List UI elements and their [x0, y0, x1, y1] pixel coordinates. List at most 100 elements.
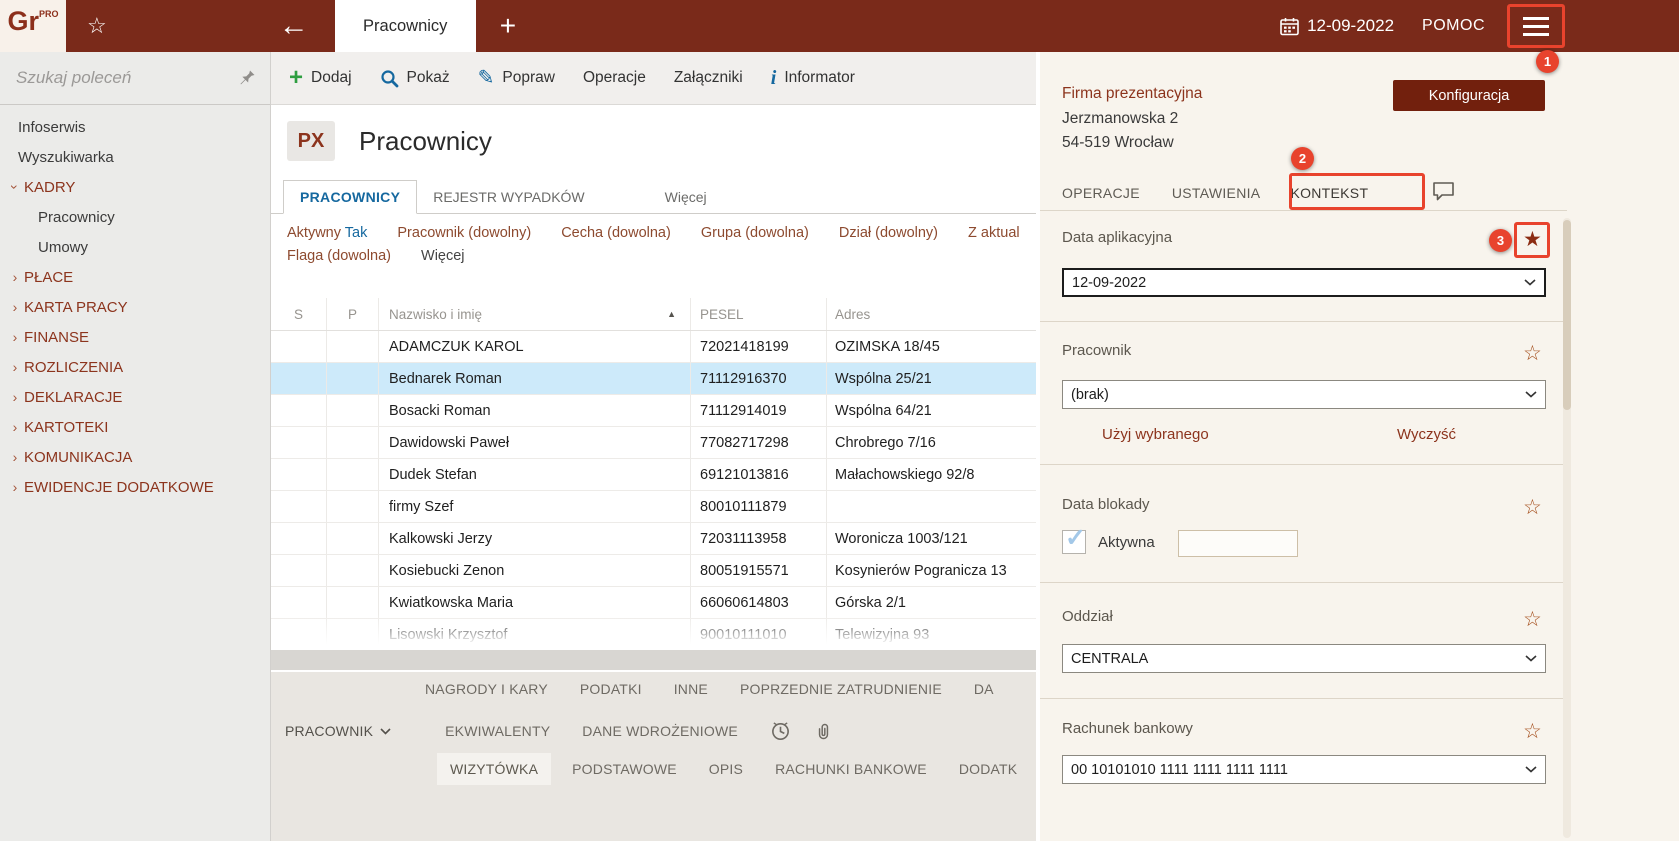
lock-date-input[interactable] [1178, 530, 1298, 557]
cell-s [271, 555, 327, 586]
favorite-star-outline-icon[interactable]: ☆ [1523, 721, 1542, 742]
chevron-down-icon [1525, 391, 1537, 398]
filter-dzial[interactable]: Dział (dowolny) [839, 225, 938, 241]
filter-z-aktualnym[interactable]: Z aktual [968, 225, 1020, 241]
add-button[interactable]: + Dodaj [289, 68, 352, 87]
sidebar-item-finanse[interactable]: ›FINANSE [0, 322, 270, 352]
sidebar-item-rozliczenia[interactable]: ›ROZLICZENIA [0, 352, 270, 382]
detail-tab-dane[interactable]: DA [974, 681, 994, 697]
detail-tab-ekwiwalenty[interactable]: EKWIWALENTY [445, 723, 550, 739]
detail-tab-opis[interactable]: OPIS [709, 761, 743, 777]
scrollbar-thumb[interactable] [1563, 220, 1571, 410]
attachment-paperclip-icon[interactable] [813, 721, 834, 742]
table-row[interactable]: Dudek Stefan 69121013816 Małachowskiego … [271, 459, 1040, 491]
tab-pracownicy[interactable]: PRACOWNICY [283, 180, 417, 214]
detail-tab-wizytowka[interactable]: WIZYTÓWKA [437, 753, 551, 785]
window-tab-pracownicy[interactable]: Pracownicy [335, 0, 476, 52]
command-search-input[interactable]: Szukaj poleceń [0, 52, 270, 105]
detail-tab-dodatkowe[interactable]: DODATK [959, 761, 1018, 777]
application-date-widget[interactable]: 12-09-2022 [1280, 16, 1394, 36]
history-clock-icon[interactable] [770, 721, 791, 742]
table-row[interactable]: Bosacki Roman 71112914019 Wspólna 64/21 [271, 395, 1040, 427]
table-row[interactable]: Dawidowski Paweł 77082717298 Chrobrego 7… [271, 427, 1040, 459]
clear-link[interactable]: Wyczyść [1397, 426, 1456, 443]
column-header-name[interactable]: Nazwisko i imię ▲ [379, 298, 691, 330]
column-header-s[interactable]: S [271, 298, 327, 330]
detail-tab-inne[interactable]: INNE [674, 681, 708, 697]
branch-label: Oddział [1062, 608, 1113, 625]
table-header: S P Nazwisko i imię ▲ PESEL Adres [271, 298, 1040, 331]
table-row[interactable]: firmy Szef 80010111879 [271, 491, 1040, 523]
help-button[interactable]: POMOC [1422, 17, 1485, 35]
use-selected-link[interactable]: Użyj wybranego [1102, 426, 1209, 443]
sidebar-item-kartoteki[interactable]: ›KARTOTEKI [0, 412, 270, 442]
operations-button[interactable]: Operacje [583, 69, 646, 87]
sidebar-item-kadry-pracownicy[interactable]: Pracownicy [0, 202, 270, 232]
filter-aktywny[interactable]: Aktywny Tak [287, 225, 367, 241]
detail-tab-rachunki-bankowe[interactable]: RACHUNKI BANKOWE [775, 761, 927, 777]
tab-more[interactable]: Więcej [649, 181, 723, 213]
back-arrow-icon[interactable]: ← [279, 11, 309, 41]
branch-select[interactable]: CENTRALA [1062, 644, 1546, 673]
pin-icon[interactable] [238, 69, 256, 87]
show-button[interactable]: Pokaż [380, 69, 450, 88]
detail-tab-dane-wdrozeniowe[interactable]: DANE WDROŻENIOWE [582, 723, 738, 739]
tab-kontekst[interactable]: KONTEKST [1290, 185, 1368, 201]
sidebar-item-deklaracje[interactable]: ›DEKLARACJE [0, 382, 270, 412]
filter-more[interactable]: Więcej [421, 248, 465, 264]
sidebar-item-kadry[interactable]: ›KADRY [0, 172, 270, 202]
sidebar-item-ewidencje-dodatkowe[interactable]: ›EWIDENCJE DODATKOWE [0, 472, 270, 502]
bank-account-select[interactable]: 00 10101010 1111 1111 1111 1111 [1062, 755, 1546, 784]
sidebar-item-place[interactable]: ›PŁACE [0, 262, 270, 292]
filter-grupa[interactable]: Grupa (dowolna) [701, 225, 809, 241]
sidebar-item-infoserwis[interactable]: Infoserwis [0, 112, 270, 142]
detail-tab-nagrody-i-kary[interactable]: NAGRODY I KARY [425, 681, 548, 697]
cell-name: Dudek Stefan [379, 459, 691, 490]
module-badge: PX [287, 121, 335, 161]
table-row[interactable]: Lisowski Krzysztof 90010111010 Telewizyj… [271, 619, 1040, 650]
attachments-button[interactable]: Załączniki [674, 69, 743, 87]
detail-tab-poprzednie-zatrudnienie[interactable]: POPRZEDNIE ZATRUDNIENIE [740, 681, 942, 697]
sidebar-item-label: ROZLICZENIA [24, 359, 123, 376]
new-tab-button[interactable]: + [500, 12, 516, 40]
horizontal-scrollbar[interactable] [271, 650, 1040, 670]
favorite-star-outline-icon[interactable]: ☆ [1523, 343, 1542, 364]
tab-rejestr-wypadkow[interactable]: REJESTR WYPADKÓW [417, 181, 600, 213]
detail-tab-podstawowe[interactable]: PODSTAWOWE [572, 761, 677, 777]
vertical-scrollbar[interactable] [1563, 218, 1571, 838]
table-row[interactable]: Kwiatkowska Maria 66060614803 Górska 2/1 [271, 587, 1040, 619]
table-row[interactable]: ADAMCZUK KAROL 72021418199 OZIMSKA 18/45 [271, 331, 1040, 363]
company-name-link[interactable]: Firma prezentacyjna [1062, 85, 1202, 103]
column-header-pesel[interactable]: PESEL [691, 298, 827, 330]
favorite-star-outline-icon[interactable]: ☆ [1523, 609, 1542, 630]
lock-active-checkbox[interactable]: ✓ [1062, 530, 1086, 554]
detail-tab-podatki[interactable]: PODATKI [580, 681, 642, 697]
favorite-star-outline-icon[interactable]: ☆ [1523, 497, 1542, 518]
tab-ustawienia[interactable]: USTAWIENIA [1172, 185, 1261, 201]
informator-button[interactable]: i Informator [771, 68, 855, 88]
table-row[interactable]: Kalkowski Jerzy 72031113958 Woronicza 10… [271, 523, 1040, 555]
sidebar-item-karta-pracy[interactable]: ›KARTA PRACY [0, 292, 270, 322]
app-window: Gr PRO ☆ ← Pracownicy + [0, 0, 1679, 841]
detail-panel-selector[interactable]: PRACOWNIK [285, 723, 391, 739]
filter-cecha[interactable]: Cecha (dowolna) [561, 225, 671, 241]
employee-select[interactable]: (brak) [1062, 380, 1546, 409]
app-logo[interactable]: Gr PRO [0, 0, 66, 52]
table-row-selected[interactable]: Bednarek Roman 71112916370 Wspólna 25/21 [271, 363, 1040, 395]
main-menu-button[interactable] [1507, 4, 1565, 48]
sidebar-item-wyszukiwarka[interactable]: Wyszukiwarka [0, 142, 270, 172]
feedback-bubble-icon[interactable] [1432, 181, 1455, 206]
filter-pracownik[interactable]: Pracownik (dowolny) [397, 225, 531, 241]
favorite-star-filled-icon[interactable]: ★ [1523, 229, 1542, 250]
application-date-select[interactable]: 12-09-2022 [1062, 268, 1546, 297]
sidebar-item-komunikacja[interactable]: ›KOMUNIKACJA [0, 442, 270, 472]
column-header-p[interactable]: P [327, 298, 379, 330]
table-row[interactable]: Kosiebucki Zenon 80051915571 Kosynierów … [271, 555, 1040, 587]
favorites-star-icon[interactable]: ☆ [87, 15, 107, 37]
edit-button[interactable]: ✎ Popraw [478, 68, 555, 88]
column-header-address[interactable]: Adres [827, 298, 1040, 330]
filter-flaga[interactable]: Flaga (dowolna) [287, 248, 391, 264]
sidebar-item-kadry-umowy[interactable]: Umowy [0, 232, 270, 262]
configuration-button[interactable]: Konfiguracja [1393, 80, 1545, 111]
tab-operacje[interactable]: OPERACJE [1062, 185, 1140, 201]
